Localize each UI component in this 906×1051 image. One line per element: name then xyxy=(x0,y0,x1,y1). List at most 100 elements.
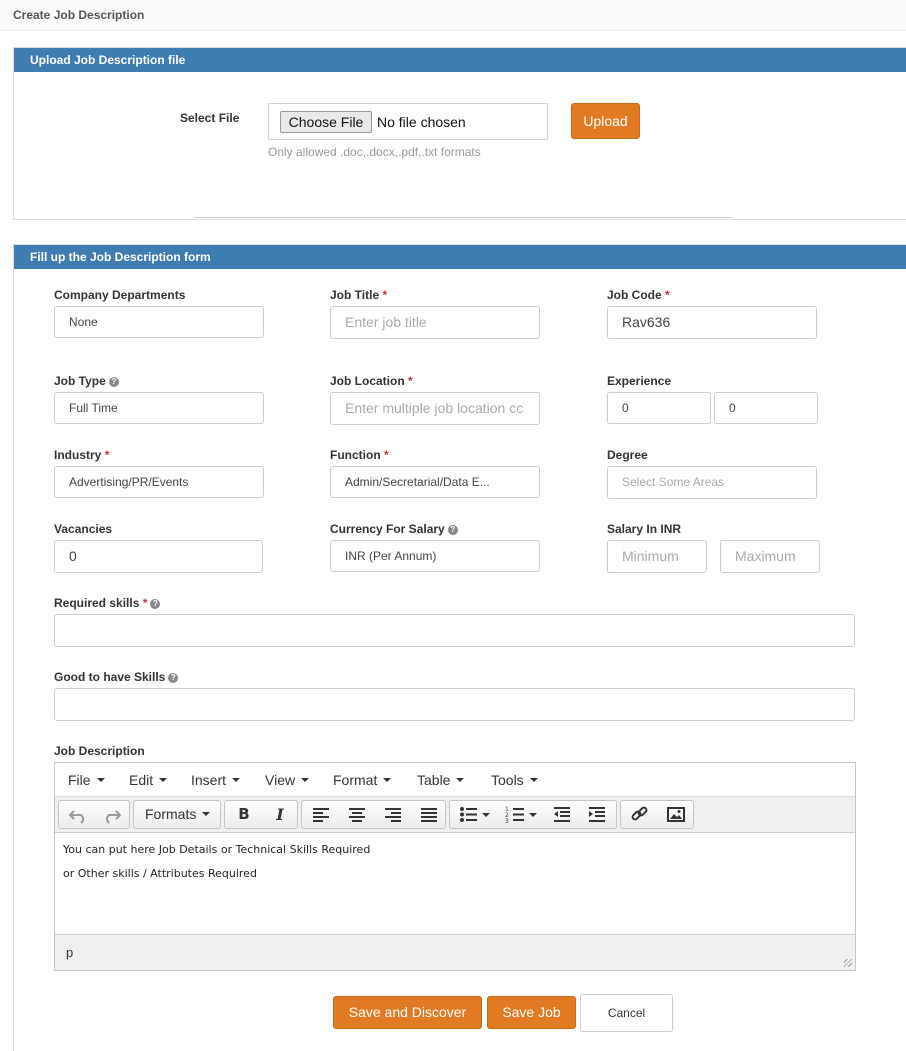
menu-insert[interactable]: Insert xyxy=(191,772,241,788)
job-title-label: Job Title * xyxy=(330,288,387,302)
help-icon[interactable]: ? xyxy=(108,377,119,387)
industry-select[interactable]: Advertising/PR/Events xyxy=(54,466,264,498)
job-code-value: Rav636 xyxy=(622,314,671,330)
experience-label: Experience xyxy=(607,374,672,388)
outdent-icon[interactable] xyxy=(546,801,578,828)
caret-down-icon xyxy=(383,778,392,782)
currency-label-text: Currency For Salary xyxy=(330,522,445,536)
element-path[interactable]: p xyxy=(66,945,73,960)
industry-value: Advertising/PR/Events xyxy=(69,475,189,489)
editor-statusbar: p xyxy=(55,934,855,970)
list-group: 123 xyxy=(449,800,617,829)
function-select[interactable]: Admin/Secretarial/Data E... xyxy=(330,466,540,498)
menu-view[interactable]: View xyxy=(265,772,310,788)
degree-label: Degree xyxy=(607,448,648,462)
vacancies-input[interactable]: 0 xyxy=(54,540,263,573)
insert-group xyxy=(620,800,694,829)
help-icon[interactable]: ? xyxy=(150,599,161,609)
editor-content[interactable]: You can put here Job Details or Technica… xyxy=(55,833,855,934)
job-location-input[interactable]: Enter multiple job location cc xyxy=(330,392,540,425)
company-departments-select[interactable]: None xyxy=(54,306,264,338)
required-marker: * xyxy=(665,288,670,302)
company-departments-value: None xyxy=(69,315,98,329)
caret-down-icon xyxy=(159,778,168,782)
degree-select[interactable]: Select Some Areas xyxy=(607,466,817,499)
salary-min-input[interactable]: Minimum xyxy=(607,540,707,573)
vacancies-label: Vacancies xyxy=(54,522,113,536)
file-input[interactable]: Choose File No file chosen xyxy=(268,103,548,140)
menu-tools[interactable]: Tools xyxy=(491,772,538,788)
formats-text: Formats xyxy=(145,806,197,822)
experience-min-select[interactable]: 0 xyxy=(607,392,711,424)
align-center-icon[interactable] xyxy=(342,801,372,828)
save-and-discover-button[interactable]: Save and Discover xyxy=(333,996,482,1029)
currency-select[interactable]: INR (Per Annum) xyxy=(330,540,540,572)
undo-icon[interactable] xyxy=(65,801,93,828)
experience-max-select[interactable]: 0 xyxy=(714,392,818,424)
file-format-hint: Only allowed .doc,.docx,.pdf,.txt format… xyxy=(268,145,481,159)
resize-handle-icon[interactable] xyxy=(844,959,852,967)
vacancies-value: 0 xyxy=(69,548,77,564)
job-type-label-text: Job Type xyxy=(54,374,106,388)
upload-button[interactable]: Upload xyxy=(571,103,640,139)
image-icon[interactable] xyxy=(661,801,691,828)
menu-label: Edit xyxy=(129,772,154,788)
choose-file-button[interactable]: Choose File xyxy=(280,111,372,133)
good-skills-input[interactable] xyxy=(54,688,855,721)
caret-down-icon xyxy=(529,778,538,782)
industry-label-text: Industry xyxy=(54,448,102,462)
currency-value: INR (Per Annum) xyxy=(345,549,437,563)
required-marker: * xyxy=(104,448,110,462)
divider xyxy=(194,217,732,218)
function-label: Function * xyxy=(330,448,389,462)
salary-max-input[interactable]: Maximum xyxy=(720,540,820,573)
job-location-label: Job Location * xyxy=(330,374,413,388)
file-status: No file chosen xyxy=(377,114,466,130)
menu-label: Table xyxy=(417,772,451,788)
bold-icon[interactable]: B xyxy=(229,801,259,828)
menu-format[interactable]: Format xyxy=(333,772,392,788)
history-group xyxy=(58,800,130,829)
required-marker: * xyxy=(382,288,388,302)
redo-icon[interactable] xyxy=(97,801,125,828)
required-skills-label-text: Required skills xyxy=(54,596,140,610)
formats-dropdown[interactable]: Formats xyxy=(133,800,221,829)
job-description-label: Job Description xyxy=(54,744,145,758)
menu-edit[interactable]: Edit xyxy=(129,772,168,788)
help-icon[interactable]: ? xyxy=(168,673,179,683)
content-line: You can put here Job Details or Technica… xyxy=(63,843,371,856)
job-code-label: Job Code * xyxy=(607,288,670,302)
italic-icon[interactable]: I xyxy=(265,801,295,828)
text-style-group: B I xyxy=(224,800,298,829)
job-type-select[interactable]: Full Time xyxy=(54,392,264,424)
job-location-placeholder: Enter multiple job location cc xyxy=(345,400,524,416)
bullet-list-icon[interactable] xyxy=(453,801,495,828)
numbered-list-icon[interactable]: 123 xyxy=(500,801,542,828)
required-marker: * xyxy=(384,448,389,462)
job-type-label: Job Type? xyxy=(54,374,119,388)
upload-panel-heading: Upload Job Description file xyxy=(14,48,906,72)
menu-label: Format xyxy=(333,772,378,788)
editor-menubar: File Edit Insert View Format Table Tools xyxy=(55,763,855,797)
align-justify-icon[interactable] xyxy=(414,801,444,828)
save-job-button[interactable]: Save Job xyxy=(487,996,576,1029)
align-right-icon[interactable] xyxy=(378,801,408,828)
job-type-value: Full Time xyxy=(69,401,118,415)
menu-file[interactable]: File xyxy=(68,772,105,788)
help-icon[interactable]: ? xyxy=(447,525,458,535)
job-title-input[interactable]: Enter job title xyxy=(330,306,540,339)
menu-table[interactable]: Table xyxy=(417,772,465,788)
content-line: or Other skills / Attributes Required xyxy=(63,867,257,880)
indent-icon[interactable] xyxy=(581,801,613,828)
job-title-label-text: Job Title xyxy=(330,288,380,302)
function-label-text: Function xyxy=(330,448,381,462)
caret-down-icon xyxy=(96,778,105,782)
required-skills-input[interactable] xyxy=(54,614,855,647)
link-icon[interactable] xyxy=(625,801,655,828)
editor-toolbar: Formats B I 1 2 3 xyxy=(55,797,855,833)
align-left-icon[interactable] xyxy=(306,801,336,828)
page-title: Create Job Description xyxy=(13,8,145,22)
job-code-input[interactable]: Rav636 xyxy=(607,306,817,339)
cancel-button[interactable]: Cancel xyxy=(580,994,673,1032)
menu-label: Tools xyxy=(491,772,524,788)
